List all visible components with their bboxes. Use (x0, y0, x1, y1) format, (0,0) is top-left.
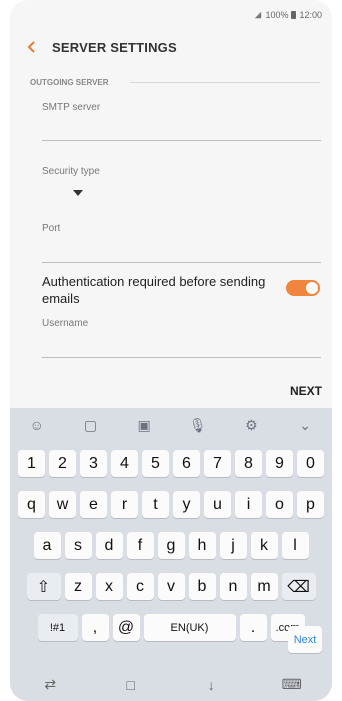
space-key[interactable]: EN(UK) (143, 614, 236, 641)
key-o[interactable]: o (266, 491, 293, 518)
key-u[interactable]: u (204, 491, 231, 518)
keyboard-row-numbers: 1 2 3 4 5 6 7 8 9 0 (10, 450, 332, 477)
key-6[interactable]: 6 (173, 450, 200, 477)
gif-icon[interactable]: ▣ (135, 416, 153, 434)
key-s[interactable]: s (64, 532, 92, 559)
keyboard-row-qwerty: q w e r t y u i o p (10, 491, 332, 518)
key-d[interactable]: d (95, 532, 123, 559)
keyboard-icon[interactable]: ⌨ (282, 676, 302, 694)
key-f[interactable]: f (126, 532, 154, 559)
port-label: Port (42, 223, 61, 234)
settings-icon[interactable]: ⚙ (242, 416, 260, 434)
key-m[interactable]: m (250, 573, 278, 600)
security-type-dropdown[interactable] (73, 190, 83, 196)
key-9[interactable]: 9 (266, 450, 293, 477)
key-h[interactable]: h (188, 532, 216, 559)
key-i[interactable]: i (235, 491, 262, 518)
period-key[interactable]: . (239, 614, 267, 641)
key-w[interactable]: w (49, 491, 76, 518)
auth-toggle[interactable] (286, 280, 320, 296)
key-4[interactable]: 4 (111, 450, 138, 477)
key-0[interactable]: 0 (297, 450, 324, 477)
emoji-icon[interactable]: ☺ (28, 416, 46, 434)
next-button[interactable]: NEXT (290, 384, 322, 398)
section-title: OUTGOING SERVER (30, 78, 109, 87)
key-v[interactable]: v (157, 573, 185, 600)
keyboard: ☺ ▢ ▣ 🎙 ⚙ ⌄ 1 2 3 4 5 6 7 8 9 0 q w e r … (10, 408, 332, 668)
key-t[interactable]: t (142, 491, 169, 518)
battery-icon (291, 11, 297, 19)
username-label: Username (42, 318, 89, 329)
keyboard-row-bottom: !#1 , @ EN(UK) . .com Next (10, 614, 332, 653)
chevron-left-icon (27, 41, 35, 53)
comma-key[interactable]: , (81, 614, 109, 641)
recent-apps-icon[interactable]: ⇄ (41, 676, 59, 694)
username-input[interactable] (42, 357, 321, 358)
key-2[interactable]: 2 (49, 450, 76, 477)
page-title: SERVER SETTINGS (52, 39, 177, 55)
key-b[interactable]: b (188, 573, 216, 600)
section-divider (130, 82, 320, 83)
key-q[interactable]: q (18, 491, 45, 518)
status-bar: 100% 12:00 (254, 10, 322, 20)
signal-icon (255, 11, 262, 19)
key-z[interactable]: z (64, 573, 92, 600)
navigation-bar: ⇄ □ ↓ ⌨ (10, 668, 332, 701)
key-g[interactable]: g (157, 532, 185, 559)
key-y[interactable]: y (173, 491, 200, 518)
key-r[interactable]: r (111, 491, 138, 518)
security-type-label: Security type (42, 166, 100, 177)
back-button[interactable] (24, 39, 40, 55)
keyboard-row-asdf: a s d f g h j k l (10, 532, 332, 559)
backspace-icon: ⌫ (287, 578, 310, 596)
keyboard-toolbar: ☺ ▢ ▣ 🎙 ⚙ ⌄ (10, 408, 332, 442)
phone-frame: 100% 12:00 SERVER SETTINGS OUTGOING SERV… (10, 0, 332, 701)
key-e[interactable]: e (80, 491, 107, 518)
key-j[interactable]: j (219, 532, 247, 559)
key-5[interactable]: 5 (142, 450, 169, 477)
key-c[interactable]: c (126, 573, 154, 600)
key-p[interactable]: p (297, 491, 324, 518)
smtp-server-label: SMTP server (42, 102, 101, 113)
app-bar: SERVER SETTINGS (10, 30, 332, 64)
key-x[interactable]: x (95, 573, 123, 600)
clock: 12:00 (299, 10, 322, 20)
key-8[interactable]: 8 (235, 450, 262, 477)
key-3[interactable]: 3 (80, 450, 107, 477)
at-key[interactable]: @ (112, 614, 140, 641)
key-1[interactable]: 1 (18, 450, 45, 477)
backspace-key[interactable]: ⌫ (281, 573, 316, 600)
symbols-key[interactable]: !#1 (37, 614, 78, 641)
smtp-server-input[interactable] (42, 140, 321, 141)
toggle-knob (306, 282, 318, 294)
key-k[interactable]: k (250, 532, 278, 559)
next-key[interactable]: Next (288, 626, 322, 653)
bottom-action-bar: NEXT (10, 372, 332, 408)
shift-icon: ⇧ (36, 578, 51, 596)
sticker-icon[interactable]: ▢ (81, 416, 99, 434)
key-n[interactable]: n (219, 573, 247, 600)
battery-percent: 100% (265, 10, 289, 20)
shift-key[interactable]: ⇧ (26, 573, 61, 600)
mic-icon[interactable]: 🎙 (189, 416, 207, 434)
home-icon[interactable]: □ (122, 676, 140, 694)
chevron-down-icon[interactable]: ⌄ (296, 416, 314, 434)
back-icon[interactable]: ↓ (202, 676, 220, 694)
key-a[interactable]: a (33, 532, 61, 559)
key-l[interactable]: l (281, 532, 309, 559)
keyboard-row-zxcv: ⇧ z x c v b n m ⌫ (10, 573, 332, 600)
auth-required-label: Authentication required before sending e… (42, 274, 266, 306)
key-7[interactable]: 7 (204, 450, 231, 477)
port-input[interactable] (42, 262, 321, 263)
